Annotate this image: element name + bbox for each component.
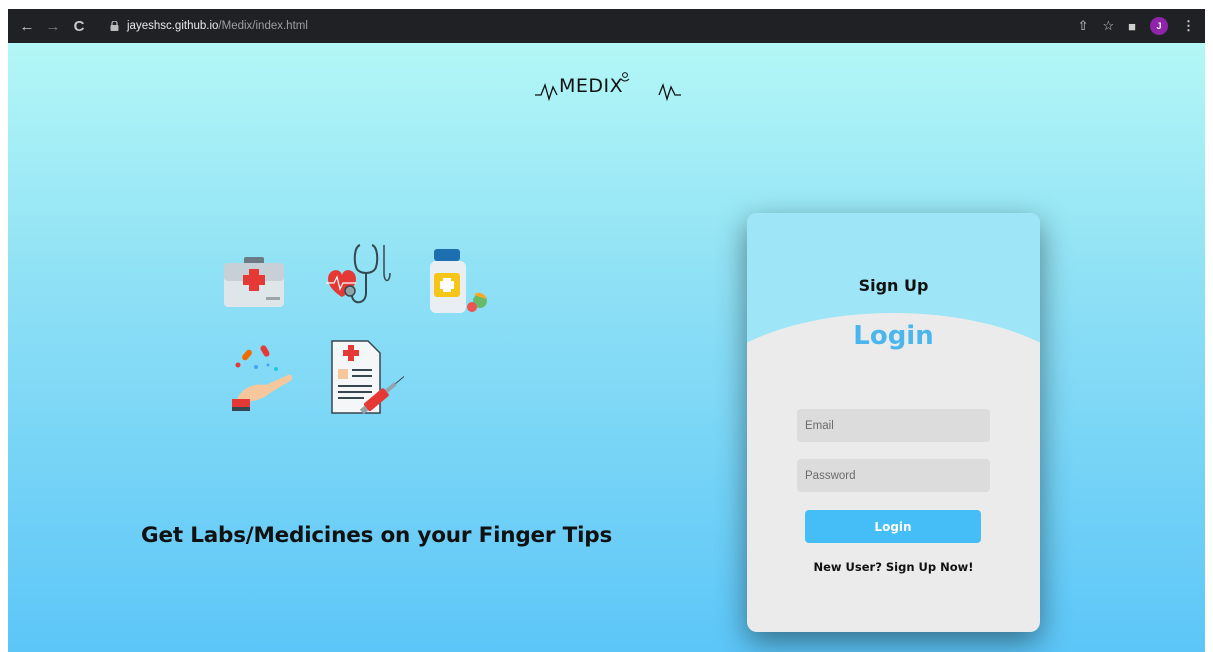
share-icon[interactable]: ⇧ — [1078, 18, 1089, 34]
side-panel-icon[interactable]: ■ — [1128, 19, 1136, 34]
medix-logo[interactable]: MEDIX — [533, 67, 683, 107]
login-button[interactable]: Login — [805, 510, 981, 543]
hero-tagline: Get Labs/Medicines on your Finger Tips — [141, 523, 613, 548]
bookmark-star-icon[interactable]: ☆ — [1102, 18, 1114, 34]
url-path: /Medix/index.html — [218, 20, 308, 32]
email-field[interactable] — [797, 409, 990, 442]
avatar[interactable]: J — [1150, 17, 1168, 35]
reload-icon[interactable]: C — [66, 18, 92, 35]
medical-report-icon — [331, 340, 404, 415]
logo-text: MEDIX — [559, 75, 624, 97]
url-host: jayeshsc.github.io — [127, 20, 219, 32]
stethoscope-heart-icon — [326, 244, 391, 304]
lock-icon — [110, 21, 119, 31]
address-bar[interactable]: jayeshsc.github.io/Medix/index.html — [104, 14, 890, 38]
forward-icon[interactable]: → — [40, 18, 66, 35]
page-background: MEDIX Get Labs/Medicines on your Finger … — [8, 43, 1205, 652]
password-field[interactable] — [797, 459, 990, 492]
browser-toolbar: ← → C jayeshsc.github.io/Medix/index.htm… — [8, 9, 1205, 43]
login-title[interactable]: Login — [747, 321, 1040, 351]
first-aid-kit-icon — [224, 257, 284, 307]
hand-pills-icon — [232, 345, 293, 411]
signup-tab[interactable]: Sign Up — [747, 276, 1040, 295]
auth-card: Sign Up Login Login New User? Sign Up No… — [747, 213, 1040, 632]
back-icon[interactable]: ← — [14, 18, 40, 35]
signup-link[interactable]: New User? Sign Up Now! — [747, 560, 1040, 574]
pill-bottle-icon — [430, 249, 487, 313]
menu-kebab-icon[interactable]: ⋮ — [1182, 18, 1195, 34]
